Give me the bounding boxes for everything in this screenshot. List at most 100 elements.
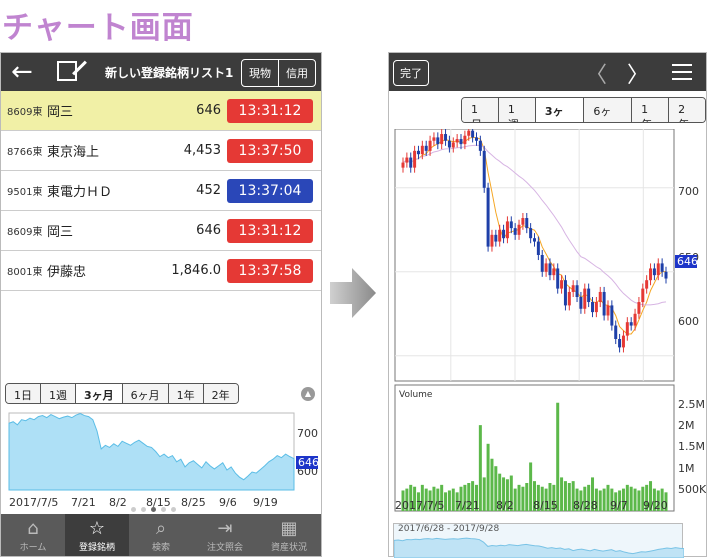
page-dot: [151, 507, 156, 512]
range-selector[interactable]: 2017/6/28 - 2017/9/28: [393, 523, 684, 558]
volume-tick: 1.5M: [678, 440, 705, 453]
candle-body: [649, 268, 653, 281]
candle-body: [498, 229, 502, 242]
nav-item[interactable]: ⌕ 検索: [129, 514, 193, 556]
chart-screen: 完了 〈 〉 1日1週3ヶ月6ヶ月1年2年 700650600646Volume…: [388, 52, 707, 558]
candle-body: [567, 291, 571, 306]
update-time-badge: 13:37:58: [227, 258, 313, 283]
volume-tick: 2M: [678, 419, 695, 432]
candle-body: [428, 140, 432, 151]
candle-body: [664, 271, 668, 279]
candle-body: [459, 139, 463, 145]
volume-bar: [447, 490, 451, 511]
watchlist-title[interactable]: 新しい登録銘柄リスト1: [105, 64, 233, 81]
menu-icon[interactable]: [672, 64, 692, 85]
page-dot: [171, 507, 176, 512]
candlestick-chart[interactable]: 700650600646Volume2.5M2M1.5M1M500K2017/7…: [393, 125, 707, 519]
stock-code: 8609東: [7, 227, 43, 238]
candle-body: [594, 302, 598, 313]
period-tab[interactable]: 2年: [203, 384, 238, 403]
nav-item[interactable]: ⇥ 注文照会: [193, 514, 257, 556]
mini-y-tick: 700: [297, 427, 318, 440]
candle-body: [525, 218, 529, 229]
volume-bar: [602, 488, 606, 511]
date-tick: 8/2: [496, 499, 514, 512]
edit-icon[interactable]: [57, 61, 77, 81]
transition-arrow-icon: [330, 268, 376, 318]
stock-row[interactable]: 8609東 岡三 646 13:31:12: [1, 91, 321, 131]
chevron-right-icon[interactable]: 〉: [627, 57, 649, 89]
stock-row[interactable]: 8609東 岡三 646 13:31:12: [1, 211, 321, 251]
nav-label: 資産状況: [270, 543, 307, 553]
page-dot: [141, 507, 146, 512]
candle-body: [618, 339, 622, 348]
volume-tick: 2.5M: [678, 398, 705, 411]
period-tab[interactable]: 1日: [6, 384, 41, 403]
update-time-badge: 13:31:12: [227, 98, 313, 123]
stock-name: 岡三: [47, 105, 74, 120]
volume-bar: [486, 443, 490, 511]
collapse-icon[interactable]: ▲: [301, 387, 315, 401]
period-tab[interactable]: 1日: [462, 98, 499, 122]
price-tick: 600: [678, 315, 699, 328]
candle-body: [424, 145, 428, 151]
stock-row[interactable]: 9501東 東電力ＨＤ 452 13:37:04: [1, 171, 321, 211]
candle-body: [571, 285, 575, 292]
order-icon: ⇥: [217, 518, 233, 539]
mini-x-tick: 7/21: [71, 496, 96, 509]
date-tick: 8/28: [573, 499, 598, 512]
stock-name: 東京海上: [47, 145, 100, 160]
period-tab[interactable]: 1年: [168, 384, 204, 403]
period-tab[interactable]: 1週: [498, 98, 536, 122]
watchlist-header: ← 新しい登録銘柄リスト1 現物 信用: [1, 53, 321, 91]
candle-body: [502, 229, 506, 239]
period-tab[interactable]: 3ヶ月: [535, 98, 585, 122]
volume-bar: [482, 477, 486, 511]
candle-body: [432, 137, 436, 141]
shinyo-button[interactable]: 信用: [278, 60, 315, 86]
candle-body: [633, 313, 637, 326]
candle-body: [560, 280, 564, 289]
nav-item[interactable]: ⌂ ホーム: [1, 514, 65, 556]
period-tab[interactable]: 6ヶ月: [584, 98, 633, 122]
candle-body: [614, 325, 618, 339]
stock-row[interactable]: 8766東 東京海上 4,453 13:37:50: [1, 131, 321, 171]
volume-bar: [567, 483, 571, 511]
volume-bar: [444, 492, 448, 511]
candle-body: [471, 130, 475, 138]
date-tick: 2017/7/5: [395, 499, 444, 512]
period-tab[interactable]: 1年: [632, 98, 670, 122]
chevron-left-icon[interactable]: 〈: [585, 57, 607, 89]
nav-item[interactable]: ☆ 登録銘柄: [65, 514, 129, 556]
period-tab[interactable]: 3ヶ月: [76, 384, 123, 403]
mini-chart[interactable]: 7006006462017/7/5 7/21 8/2 8/15 8/25 9/6 9/19: [1, 405, 321, 515]
arrow-left-icon[interactable]: ←: [11, 59, 33, 85]
update-time-badge: 13:37:04: [227, 178, 313, 203]
stock-price: 1,846.0: [171, 263, 221, 278]
mini-x-tick: 8/25: [181, 496, 206, 509]
page-dot: [161, 507, 166, 512]
nav-item[interactable]: ▦ 資産状況: [257, 514, 321, 556]
candle-body: [409, 157, 413, 168]
volume-bar: [563, 481, 567, 511]
candle-body: [656, 263, 660, 276]
period-tab[interactable]: 1週: [41, 384, 76, 403]
candle-body: [637, 302, 641, 314]
candle-body: [575, 285, 579, 297]
period-tabs: 1日1週3ヶ月6ヶ月1年2年: [461, 97, 706, 123]
candle-body: [645, 280, 649, 289]
candle-body: [467, 130, 471, 136]
stock-row[interactable]: 8001東 伊藤忠 1,846.0 13:37:58: [1, 251, 321, 291]
period-tab[interactable]: 2年: [669, 98, 705, 122]
done-button[interactable]: 完了: [393, 60, 429, 86]
page-title: チャート画面: [2, 10, 194, 46]
genbutsu-button[interactable]: 現物: [242, 60, 278, 86]
candle-body: [405, 157, 409, 163]
watchlist-screen: ← 新しい登録銘柄リスト1 現物 信用 8609東 岡三 646 13:31:12 87…: [0, 52, 322, 557]
page-indicator: [131, 507, 176, 512]
candle-body: [629, 322, 633, 326]
candle-body: [482, 150, 486, 188]
candle-body: [652, 268, 656, 276]
candle-body: [548, 263, 552, 276]
period-tab[interactable]: 6ヶ月: [122, 384, 169, 403]
